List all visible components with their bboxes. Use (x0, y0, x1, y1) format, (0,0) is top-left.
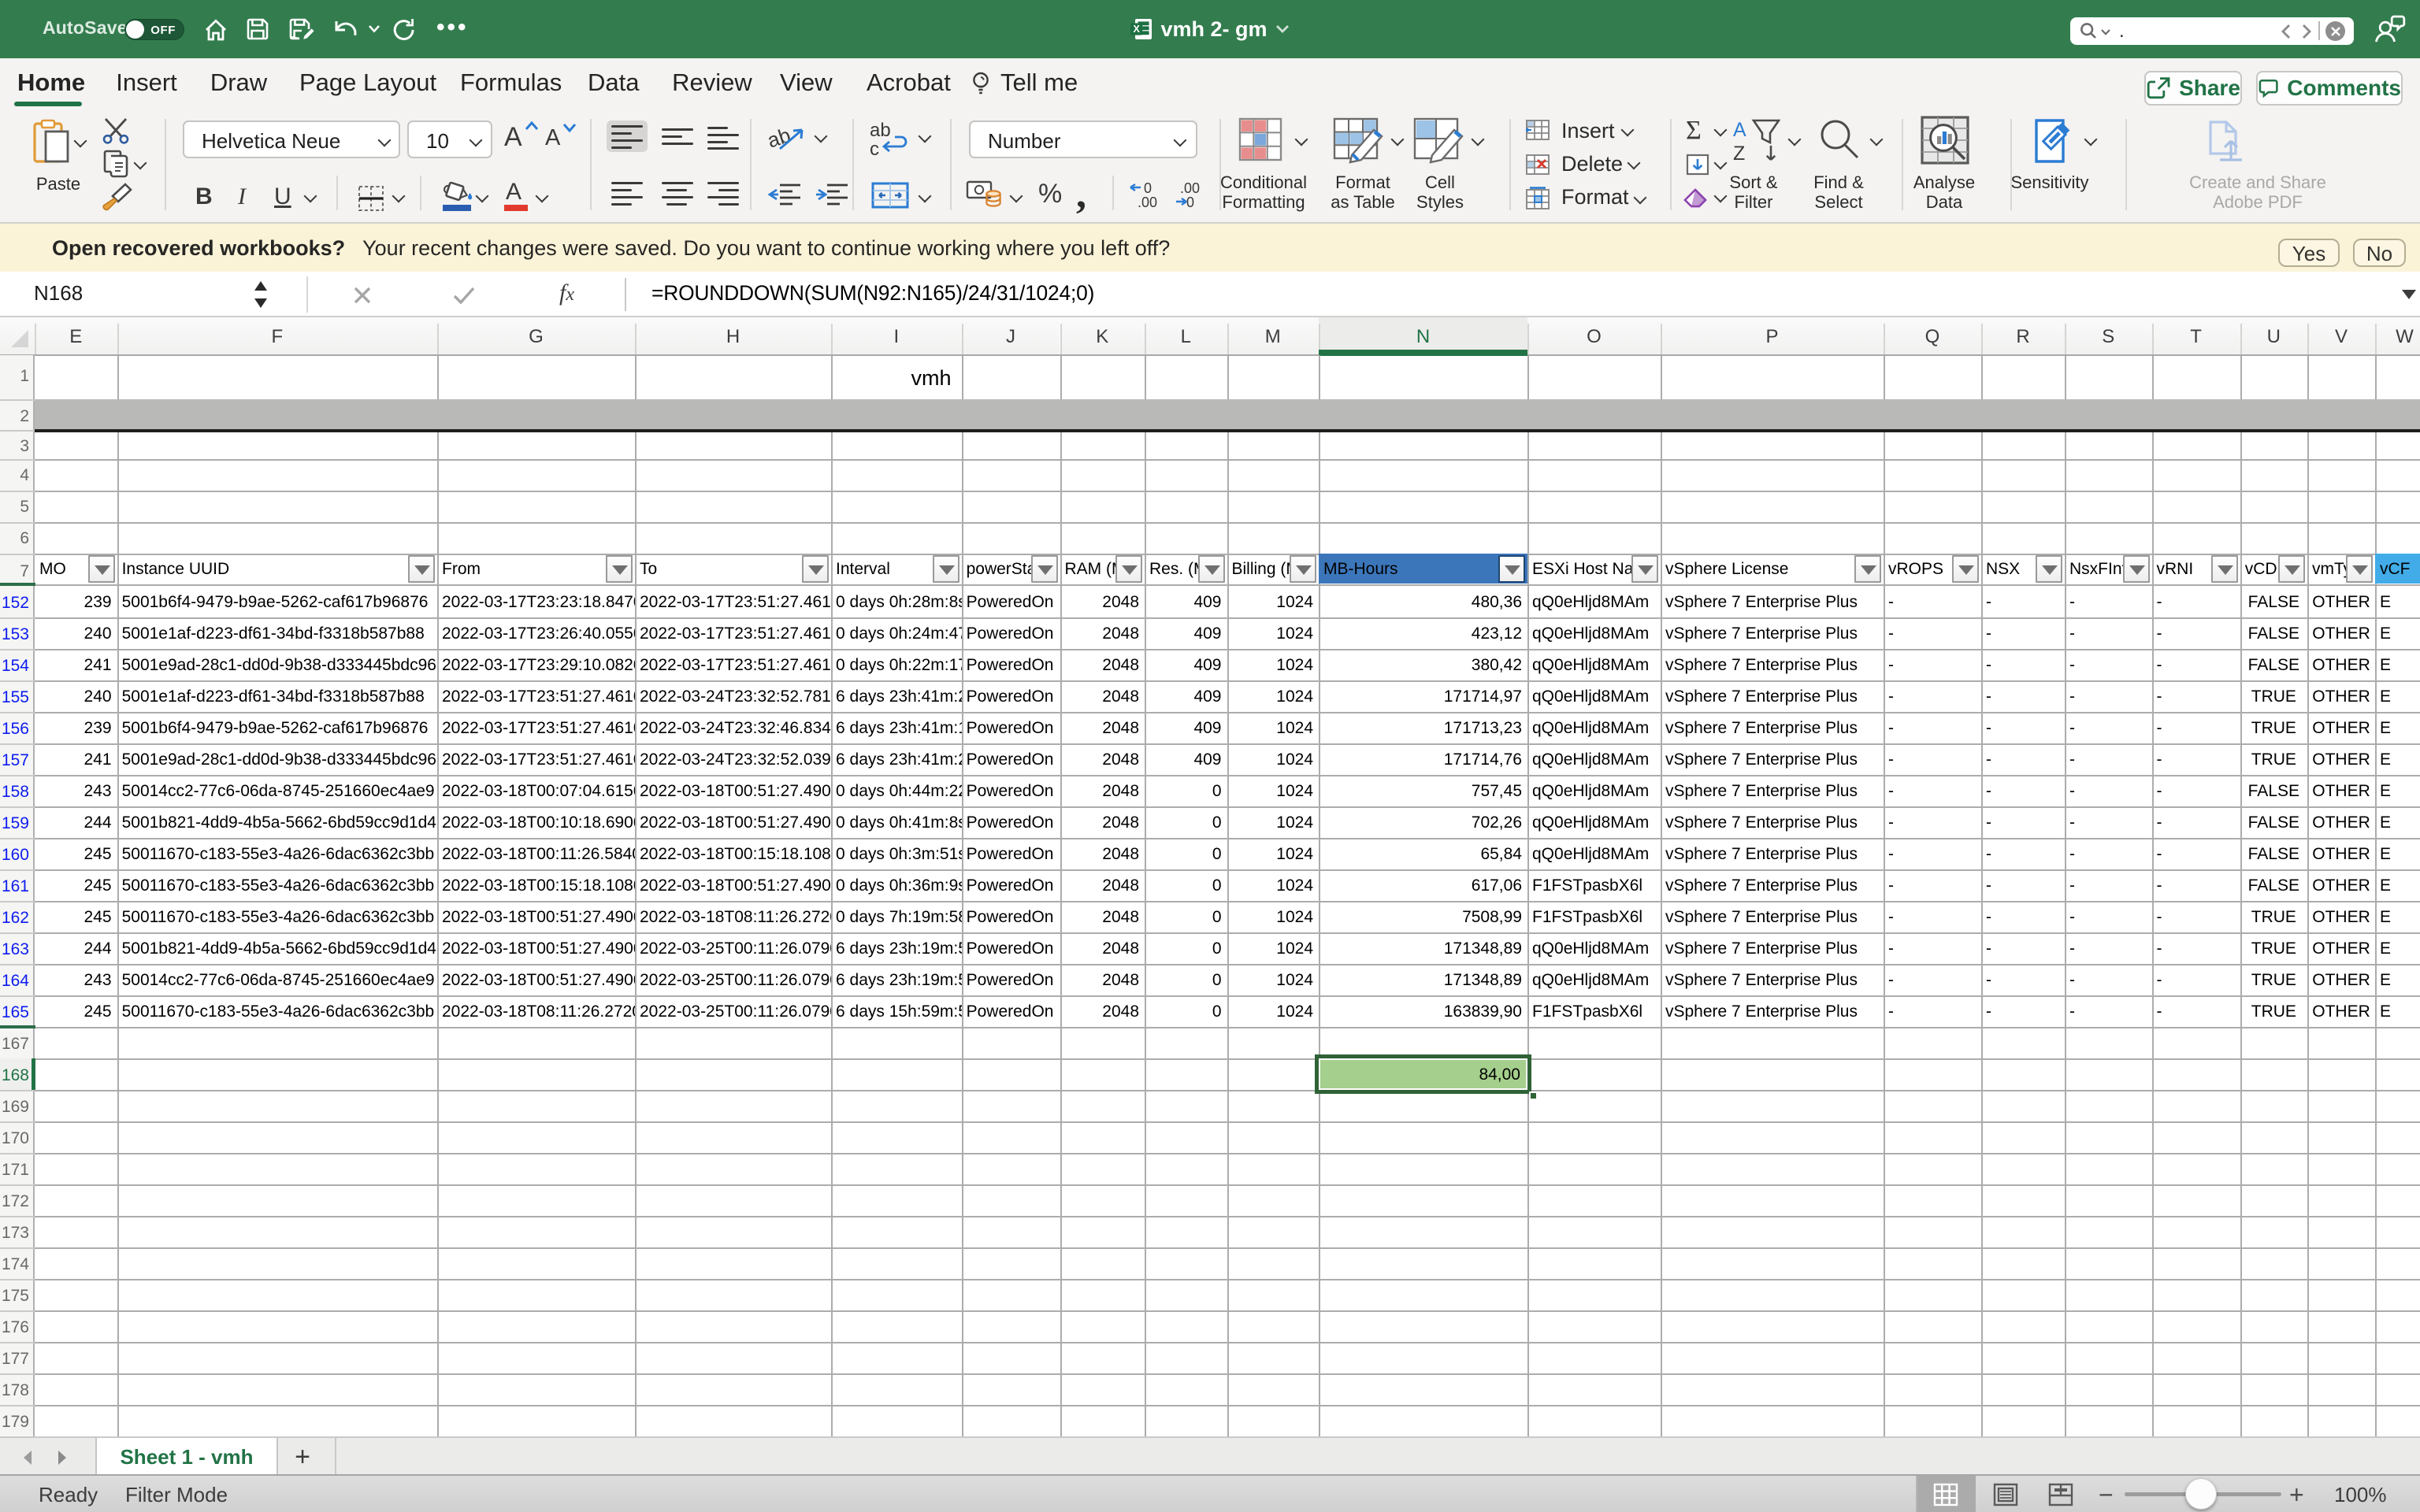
svg-text:A: A (1733, 119, 1746, 141)
svg-text:c: c (870, 139, 879, 157)
svg-text:0: 0 (1186, 195, 1194, 209)
svg-text:X: X (1134, 23, 1141, 35)
svg-text:ab: ab (870, 120, 891, 141)
svg-text:Z: Z (1733, 143, 1745, 165)
svg-text:0: 0 (1144, 180, 1152, 196)
svg-text:.00: .00 (1138, 195, 1157, 209)
